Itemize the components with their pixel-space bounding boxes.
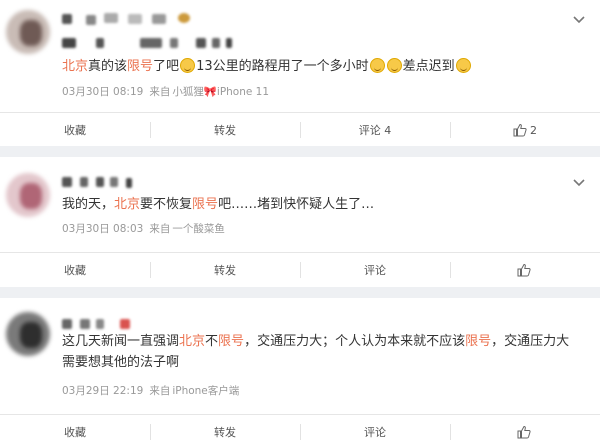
text-segment: 了吧: [153, 59, 180, 74]
save-button[interactable]: 收藏: [0, 415, 150, 446]
repost-button[interactable]: 转发: [150, 253, 300, 287]
link-beijing[interactable]: 北京: [179, 334, 205, 349]
repost-label: 转发: [214, 426, 236, 439]
like-count: 2: [530, 123, 537, 137]
save-label: 收藏: [64, 124, 86, 137]
text-segment: 真的该: [88, 59, 128, 74]
save-label: 收藏: [64, 264, 86, 277]
post-text: 北京真的该限号了吧 13公里的路程用了一个多小时 差点迟到: [62, 56, 472, 77]
source-prefix: 来自: [149, 223, 171, 235]
thumbs-up-icon: [517, 263, 531, 277]
text-segment: 我的天，: [62, 197, 115, 212]
link-xianhao[interactable]: 限号: [218, 334, 244, 349]
link-beijing[interactable]: 北京: [62, 59, 88, 74]
smile-emoji-icon: [369, 58, 385, 73]
timestamp[interactable]: 03月30日 08:03: [62, 223, 143, 235]
chevron-down-icon[interactable]: [572, 14, 586, 26]
like-button[interactable]: 2: [450, 113, 600, 147]
post-meta: 03月29日 22:19 来自 iPhone客户端: [62, 383, 245, 398]
text-segment: 吧……堵到快怀疑人生了…: [218, 197, 375, 212]
action-bar: 收藏 转发 评论 4 2: [0, 112, 600, 146]
smile-emoji-icon: [180, 58, 196, 73]
timestamp[interactable]: 03月30日 08:19: [62, 86, 143, 98]
comment-button[interactable]: 评论 4: [300, 113, 450, 147]
text-segment: 13公里的路程用了一个多小时: [196, 59, 369, 74]
save-button[interactable]: 收藏: [0, 113, 150, 147]
like-button[interactable]: [450, 253, 600, 287]
post-text: 我的天，北京要不恢复限号吧……堵到快怀疑人生了…: [62, 194, 374, 215]
source-name[interactable]: iPhone客户端: [172, 385, 239, 397]
post-card: 我的天，北京要不恢复限号吧……堵到快怀疑人生了… 03月30日 08:03 来自一…: [0, 157, 600, 287]
chevron-down-icon[interactable]: [572, 177, 586, 189]
save-label: 收藏: [64, 426, 86, 439]
post-card: 这几天新闻一直强调北京不限号，交通压力大；个人认为本来就不应该限号，交通压力大需…: [0, 298, 600, 446]
device[interactable]: iPhone 11: [217, 86, 269, 98]
avatar[interactable]: [6, 312, 50, 356]
text-segment: ，交通压力大；个人认为本来就不应该: [244, 334, 466, 349]
comment-label: 评论: [364, 426, 386, 439]
thumbs-up-icon: [517, 425, 531, 439]
thumbs-up-icon: [513, 123, 527, 137]
comment-label: 评论 4: [358, 124, 392, 137]
post-meta: 03月30日 08:19 来自 小狐狸🎀iPhone 11: [62, 84, 275, 99]
post-meta: 03月30日 08:03 来自 一个酸菜鱼: [62, 221, 231, 236]
source-prefix: 来自: [149, 385, 171, 397]
repost-button[interactable]: 转发: [150, 415, 300, 446]
link-xianhao[interactable]: 限号: [192, 197, 218, 212]
text-segment: 差点迟到: [402, 59, 455, 74]
action-bar: 收藏 转发 评论: [0, 414, 600, 446]
avatar[interactable]: [6, 10, 50, 54]
repost-button[interactable]: 转发: [150, 113, 300, 147]
text-segment: 要不恢复: [140, 197, 193, 212]
action-bar: 收藏 转发 评论: [0, 252, 600, 286]
post-text: 这几天新闻一直强调北京不限号，交通压力大；个人认为本来就不应该限号，交通压力大需…: [62, 331, 582, 373]
comment-label: 评论: [364, 264, 386, 277]
comment-button[interactable]: 评论: [300, 253, 450, 287]
timestamp[interactable]: 03月29日 22:19: [62, 385, 143, 397]
text-segment: 这几天新闻一直强调: [62, 334, 180, 349]
like-button[interactable]: [450, 415, 600, 446]
comment-button[interactable]: 评论: [300, 415, 450, 446]
link-xianhao[interactable]: 限号: [127, 59, 153, 74]
save-button[interactable]: 收藏: [0, 253, 150, 287]
bow-icon: 🎀: [203, 86, 217, 98]
text-segment: 不: [205, 334, 219, 349]
source-name[interactable]: 一个酸菜鱼: [172, 223, 225, 235]
post-card: 北京真的该限号了吧 13公里的路程用了一个多小时 差点迟到 03月30日 08:19…: [0, 0, 600, 146]
avatar[interactable]: [6, 173, 50, 217]
link-xianhao[interactable]: 限号: [465, 334, 491, 349]
smile-emoji-icon: [386, 58, 402, 73]
repost-label: 转发: [214, 124, 236, 137]
source-prefix: 来自: [149, 86, 171, 98]
link-beijing[interactable]: 北京: [114, 197, 140, 212]
smile-emoji-icon: [455, 58, 471, 73]
repost-label: 转发: [214, 264, 236, 277]
source-name[interactable]: 小狐狸: [172, 86, 204, 98]
